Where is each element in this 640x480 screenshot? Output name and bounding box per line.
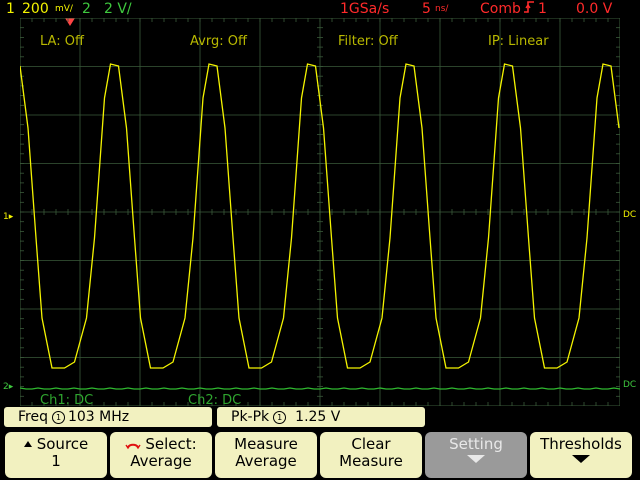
- clear-measure-softkey[interactable]: Clear Measure: [320, 432, 422, 478]
- thresholds-softkey[interactable]: Thresholds: [530, 432, 632, 478]
- la-status: LA: Off: [40, 34, 84, 49]
- graticule-lines: [20, 18, 620, 406]
- select-value: Average: [130, 452, 192, 470]
- averaging-status: Avrg: Off: [190, 34, 247, 49]
- ch2-number: 2: [82, 1, 91, 17]
- ch2-scale: 2 V/: [104, 1, 132, 17]
- setting-label: Setting: [449, 435, 503, 453]
- ch1-number: 1: [6, 1, 15, 17]
- freq-value: 103 MHz: [67, 409, 130, 425]
- submenu-arrow-icon: [467, 455, 485, 463]
- pkpk-label: Pk-Pk: [231, 409, 270, 425]
- freq-measurement: Freq 1 103 MHz: [4, 407, 212, 427]
- ch2-ground-marker[interactable]: 2▸: [3, 382, 13, 392]
- trigger-edge-icon: [523, 0, 535, 18]
- ch2-ground-label: 2: [3, 382, 9, 392]
- source-label: Source: [36, 435, 89, 453]
- ch1-trace: [20, 63, 620, 369]
- acquisition-mode: Comb: [480, 1, 521, 17]
- measure-label: Measure: [234, 435, 298, 453]
- pkpk-measurement: Pk-Pk 1 1.25 V: [217, 407, 425, 427]
- source-value: 1: [51, 452, 61, 470]
- ch1-dc-marker: DC: [623, 210, 637, 220]
- pkpk-value: 1.25 V: [295, 409, 341, 425]
- trigger-level: 0.0 V: [576, 1, 613, 17]
- graticule: [20, 18, 620, 406]
- pkpk-source-badge: 1: [273, 411, 287, 424]
- entry-knob-icon: [125, 443, 141, 450]
- trigger-source: 1: [538, 1, 547, 17]
- measure-average-softkey[interactable]: Measure Average: [215, 432, 317, 478]
- submenu-arrow-icon: [572, 455, 590, 463]
- filter-status: Filter: Off: [338, 34, 398, 49]
- clear-value: Measure: [339, 452, 403, 470]
- freq-label: Freq: [18, 409, 48, 425]
- oscilloscope-screen: 1 200 mV/ 2 2 V/ 1GSa/s 5 ns/ Comb 1 0.0…: [0, 0, 640, 480]
- select-label: Select:: [145, 435, 197, 453]
- clear-label: Clear: [351, 435, 391, 453]
- ch1-coupling: Ch1: DC: [40, 393, 94, 408]
- measure-value: Average: [235, 452, 297, 470]
- cycle-up-icon: [23, 441, 32, 447]
- ch1-scale: 200: [22, 1, 49, 17]
- select-softkey[interactable]: Select: Average: [110, 432, 212, 478]
- freq-source-badge: 1: [51, 411, 65, 424]
- ch1-ground-marker[interactable]: 1▸: [3, 212, 13, 222]
- ch2-dc-marker: DC: [623, 380, 637, 390]
- sample-rate: 1GSa/s: [340, 1, 390, 17]
- source-softkey[interactable]: Source 1: [5, 432, 107, 478]
- ch1-ground-label: 1: [3, 212, 9, 222]
- ch2-coupling: Ch2: DC: [188, 393, 242, 408]
- setting-softkey[interactable]: Setting: [425, 432, 527, 478]
- timebase-value: 5: [422, 1, 431, 17]
- interpolation-status: IP: Linear: [488, 34, 549, 49]
- thresholds-label: Thresholds: [540, 435, 622, 453]
